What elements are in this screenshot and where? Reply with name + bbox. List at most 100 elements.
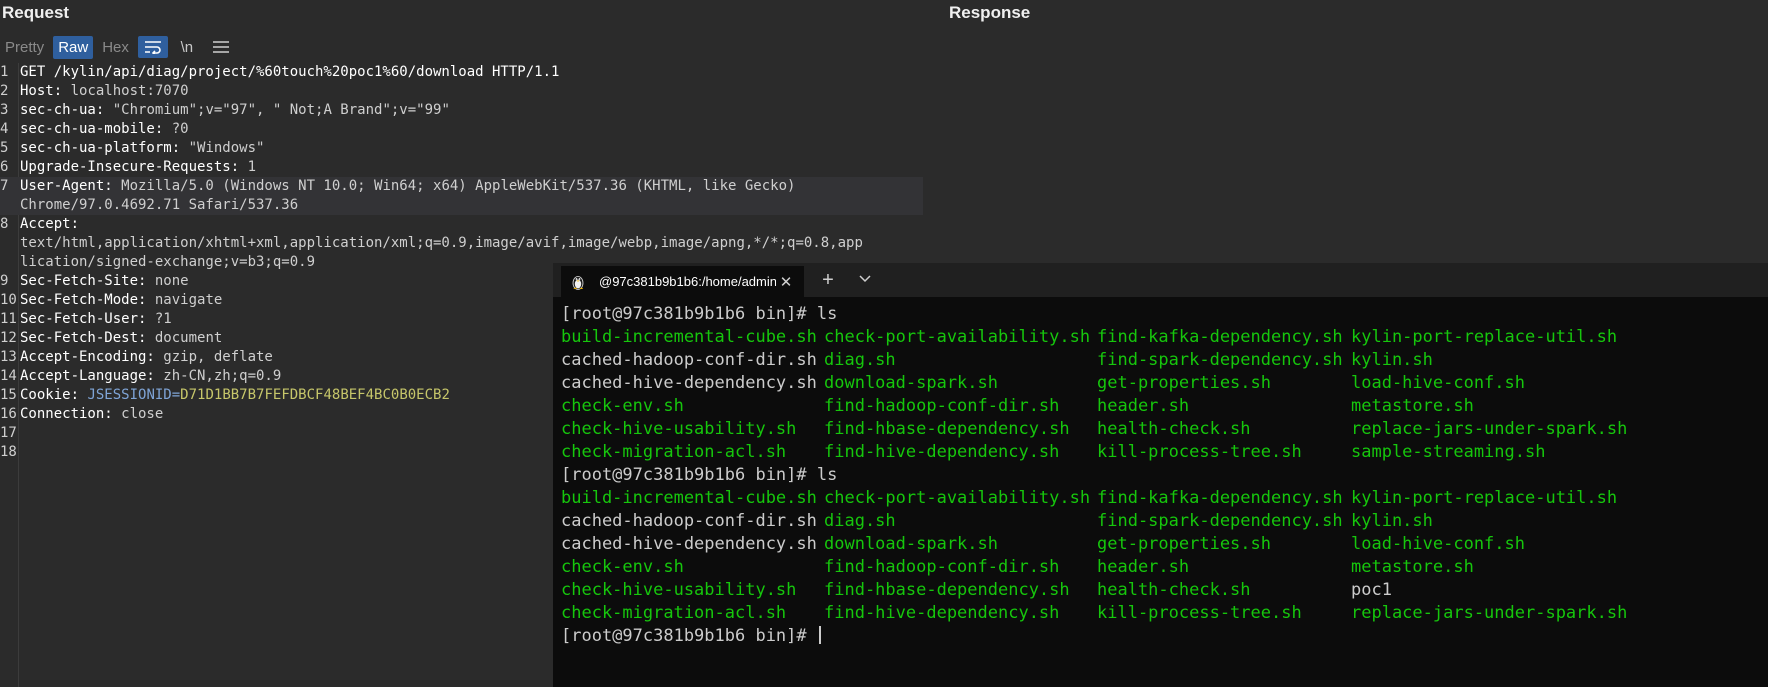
response-editor[interactable] bbox=[923, 63, 1768, 263]
terminal-tab[interactable]: @97c381b9b1b6:/home/admin, ✕ bbox=[561, 266, 804, 297]
file-entry: find-kafka-dependency.sh bbox=[1097, 327, 1343, 347]
file-entry: check-port-availability.sh bbox=[824, 327, 1091, 347]
header-value: "Windows" bbox=[180, 140, 265, 156]
header-name: Connection: bbox=[20, 406, 113, 422]
file-entry: find-spark-dependency.sh bbox=[1097, 511, 1343, 531]
wrap-icon[interactable] bbox=[137, 36, 168, 58]
line-number: 2 bbox=[0, 83, 9, 99]
file-entry: find-hadoop-conf-dir.sh bbox=[824, 396, 1060, 416]
line-content: Accept: bbox=[20, 215, 79, 234]
line-content: GET /kylin/api/diag/project/%60touch%20p… bbox=[20, 63, 559, 82]
new-tab-button[interactable]: + bbox=[815, 269, 841, 292]
file-entry: build-incremental-cube.sh bbox=[561, 327, 817, 347]
line-content: Sec-Fetch-User: ?1 bbox=[20, 310, 172, 329]
file-entry: build-incremental-cube.sh bbox=[561, 488, 817, 508]
raw-view-button[interactable]: Raw bbox=[53, 35, 94, 59]
file-entry: find-hbase-dependency.sh bbox=[824, 580, 1070, 600]
line-number: 8 bbox=[0, 216, 9, 232]
line-number: 11 bbox=[0, 311, 17, 327]
line-content: Sec-Fetch-Site: none bbox=[20, 272, 189, 291]
header-value: gzip, deflate bbox=[154, 349, 273, 365]
close-icon[interactable]: ✕ bbox=[776, 273, 796, 291]
menu-icon[interactable] bbox=[206, 36, 236, 58]
request-line: 3 sec-ch-ua: "Chromium";v="97", " Not;A B… bbox=[0, 101, 923, 120]
header-value: lication/signed-exchange;v=b3;q=0.9 bbox=[20, 254, 316, 270]
line-number: 4 bbox=[0, 121, 9, 137]
request-line: 7 User-Agent: Mozilla/5.0 (Windows NT 10.… bbox=[0, 177, 923, 196]
line-content: Sec-Fetch-Dest: document bbox=[20, 329, 222, 348]
line-number: 9 bbox=[0, 273, 9, 289]
shell-prompt: [root@97c381b9b1b6 bin]# ls bbox=[561, 465, 838, 485]
ls-output-row: cached-hive-dependency.sh download-spark.… bbox=[561, 372, 1525, 395]
file-entry: load-hive-conf.sh bbox=[1351, 534, 1525, 554]
file-entry: check-migration-acl.sh bbox=[561, 603, 787, 623]
header-name: Accept-Language: bbox=[20, 368, 155, 384]
request-line: text/html,application/xhtml+xml,applicat… bbox=[0, 234, 923, 253]
file-entry: header.sh bbox=[1097, 396, 1190, 416]
line-content: Accept-Language: zh-CN,zh;q=0.9 bbox=[20, 367, 281, 386]
terminal-cursor bbox=[818, 626, 821, 644]
request-line: 4 sec-ch-ua-mobile: ?0 bbox=[0, 120, 923, 139]
ls-output-row: check-env.sh find-hadoop-conf-dir.sh heade… bbox=[561, 556, 1474, 579]
line-number: 14 bbox=[0, 368, 17, 384]
header-name: Cookie: bbox=[20, 387, 80, 403]
header-value: 1 bbox=[239, 159, 257, 175]
file-entry: kylin.sh bbox=[1351, 350, 1433, 370]
file-entry: check-hive-usability.sh bbox=[561, 580, 797, 600]
request-line: 6 Upgrade-Insecure-Requests: 1 bbox=[0, 158, 923, 177]
line-number: 10 bbox=[0, 292, 17, 308]
file-entry: replace-jars-under-spark.sh bbox=[1351, 419, 1628, 439]
header-name: Upgrade-Insecure-Requests: bbox=[20, 159, 240, 175]
line-number: 6 bbox=[0, 159, 9, 175]
header-name: Sec-Fetch-Site: bbox=[20, 273, 147, 289]
header-name: User-Agent: bbox=[20, 178, 113, 194]
file-entry: kylin.sh bbox=[1351, 511, 1433, 531]
ls-output-row: check-hive-usability.sh find-hbase-depend… bbox=[561, 579, 1392, 602]
pretty-view-button[interactable]: Pretty bbox=[0, 36, 49, 59]
file-entry: find-hadoop-conf-dir.sh bbox=[824, 557, 1060, 577]
line-content: User-Agent: Mozilla/5.0 (Windows NT 10.0… bbox=[20, 177, 795, 196]
chevron-down-icon[interactable] bbox=[855, 270, 875, 286]
line-number: 13 bbox=[0, 349, 17, 365]
hex-view-button[interactable]: Hex bbox=[97, 36, 134, 59]
file-entry: find-hive-dependency.sh bbox=[824, 442, 1060, 462]
header-value: Chrome/97.0.4692.71 Safari/537.36 bbox=[20, 197, 299, 213]
file-entry: check-migration-acl.sh bbox=[561, 442, 787, 462]
request-toolbar: Pretty Raw Hex \n bbox=[0, 34, 236, 60]
header-value: navigate bbox=[146, 292, 223, 308]
file-entry: kill-process-tree.sh bbox=[1097, 603, 1302, 623]
show-newlines-button[interactable]: \n bbox=[172, 36, 202, 58]
file-entry: diag.sh bbox=[824, 511, 896, 531]
file-entry: download-spark.sh bbox=[824, 373, 998, 393]
header-name: Accept-Encoding: bbox=[20, 349, 155, 365]
file-entry: kylin-port-replace-util.sh bbox=[1351, 488, 1618, 508]
header-value: text/html,application/xhtml+xml,applicat… bbox=[20, 235, 863, 251]
line-number: 12 bbox=[0, 330, 17, 346]
terminal-prompt-line: [root@97c381b9b1b6 bin]# bbox=[561, 625, 837, 648]
line-content: Chrome/97.0.4692.71 Safari/537.36 bbox=[20, 196, 298, 215]
header-name: sec-ch-ua-mobile: bbox=[20, 121, 164, 137]
file-entry: check-env.sh bbox=[561, 557, 684, 577]
header-value: Mozilla/5.0 (Windows NT 10.0; Win64; x64… bbox=[112, 178, 796, 194]
file-entry: kill-process-tree.sh bbox=[1097, 442, 1302, 462]
file-entry: metastore.sh bbox=[1351, 557, 1474, 577]
ls-output-row: build-incremental-cube.sh check-port-avai… bbox=[561, 326, 1617, 349]
terminal-window[interactable]: @97c381b9b1b6:/home/admin, ✕ + [root@97c… bbox=[553, 263, 1768, 687]
cookie-name: JSESSIONID= bbox=[79, 387, 181, 403]
line-content: lication/signed-exchange;v=b3;q=0.9 bbox=[20, 253, 315, 272]
request-panel-title: Request bbox=[2, 3, 70, 22]
header-name: Sec-Fetch-User: bbox=[20, 311, 147, 327]
file-entry: diag.sh bbox=[824, 350, 896, 370]
header-name: sec-ch-ua-platform: bbox=[20, 140, 181, 156]
ls-output-row: check-env.sh find-hadoop-conf-dir.sh heade… bbox=[561, 395, 1474, 418]
terminal-output[interactable]: [root@97c381b9b1b6 bin]# ls build-increme… bbox=[561, 303, 1627, 648]
file-entry: get-properties.sh bbox=[1097, 373, 1271, 393]
line-content: Cookie: JSESSIONID=D71D1BB7B7FEFDBCF48BE… bbox=[20, 386, 450, 405]
header-value: localhost:7070 bbox=[62, 83, 189, 99]
header-value: ?0 bbox=[163, 121, 189, 137]
ls-output-row: check-migration-acl.sh find-hive-dependen… bbox=[561, 602, 1627, 625]
request-line: Chrome/97.0.4692.71 Safari/537.36 bbox=[0, 196, 923, 215]
file-entry: download-spark.sh bbox=[824, 534, 998, 554]
line-number: 18 bbox=[0, 444, 17, 460]
file-entry: cached-hive-dependency.sh bbox=[561, 534, 817, 554]
